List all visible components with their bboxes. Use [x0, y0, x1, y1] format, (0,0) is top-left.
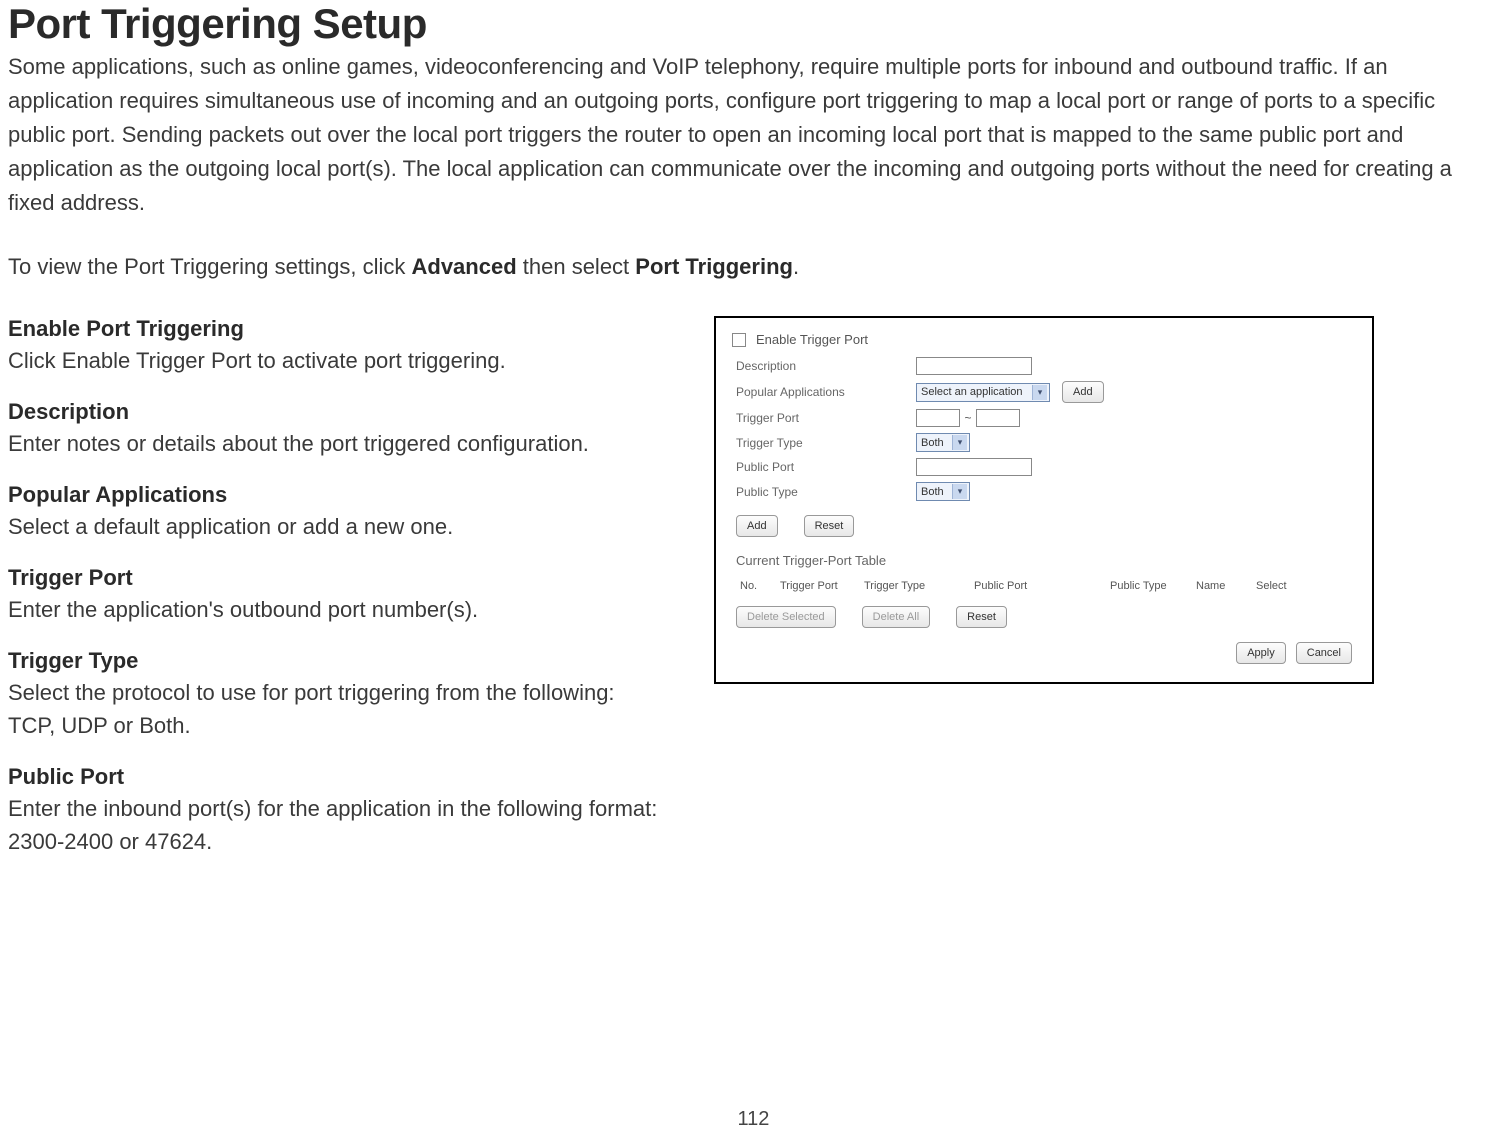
description-input[interactable]: [916, 357, 1032, 375]
delete-all-button[interactable]: Delete All: [862, 606, 930, 628]
cancel-button[interactable]: Cancel: [1296, 642, 1352, 664]
trigger-port-to-input[interactable]: [976, 409, 1020, 427]
enable-trigger-port-checkbox[interactable]: [732, 333, 746, 347]
def-title-enable: Enable Port Triggering: [8, 316, 658, 342]
trigger-type-selected-value: Both: [921, 437, 944, 449]
nav-bold-advanced: Advanced: [412, 254, 517, 279]
def-title-public-port: Public Port: [8, 764, 658, 790]
def-text-description: Enter notes or details about the port tr…: [8, 427, 658, 460]
def-title-popular-apps: Popular Applications: [8, 482, 658, 508]
table-reset-button[interactable]: Reset: [956, 606, 1007, 628]
nav-text-middle: then select: [517, 254, 636, 279]
delete-selected-button[interactable]: Delete Selected: [736, 606, 836, 628]
col-trigger-type: Trigger Type: [864, 580, 974, 592]
apply-button[interactable]: Apply: [1236, 642, 1286, 664]
popular-apps-add-button[interactable]: Add: [1062, 381, 1104, 403]
def-title-trigger-port: Trigger Port: [8, 565, 658, 591]
popular-apps-select[interactable]: Select an application ▾: [916, 383, 1050, 402]
def-title-trigger-type: Trigger Type: [8, 648, 658, 674]
public-port-input[interactable]: [916, 458, 1032, 476]
page-title: Port Triggering Setup: [8, 0, 1479, 48]
intro-paragraph: Some applications, such as online games,…: [8, 50, 1479, 220]
trigger-port-table-header: No. Trigger Port Trigger Type Public Por…: [732, 580, 1356, 602]
col-public-port: Public Port: [974, 580, 1110, 592]
add-button[interactable]: Add: [736, 515, 778, 537]
page-number: 112: [0, 1108, 1507, 1131]
chevron-down-icon: ▾: [952, 484, 967, 499]
chevron-down-icon: ▾: [1032, 385, 1047, 400]
router-config-panel: Enable Trigger Port Description Popular …: [714, 316, 1374, 684]
def-text-trigger-port: Enter the application's outbound port nu…: [8, 593, 658, 626]
reset-button[interactable]: Reset: [804, 515, 855, 537]
trigger-type-field-label: Trigger Type: [736, 436, 916, 450]
trigger-port-range-separator: ~: [960, 411, 976, 425]
description-field-label: Description: [736, 359, 916, 373]
public-type-select[interactable]: Both ▾: [916, 482, 970, 501]
definitions-column: Enable Port Triggering Click Enable Trig…: [8, 316, 658, 880]
enable-trigger-port-label: Enable Trigger Port: [756, 332, 868, 347]
col-no: No.: [740, 580, 780, 592]
trigger-port-from-input[interactable]: [916, 409, 960, 427]
col-select: Select: [1256, 580, 1304, 592]
nav-text-suffix: .: [793, 254, 799, 279]
popular-apps-selected-value: Select an application: [921, 386, 1023, 398]
public-port-field-label: Public Port: [736, 460, 916, 474]
public-type-selected-value: Both: [921, 486, 944, 498]
def-text-popular-apps: Select a default application or add a ne…: [8, 510, 658, 543]
col-trigger-port: Trigger Port: [780, 580, 864, 592]
trigger-port-field-label: Trigger Port: [736, 411, 916, 425]
def-text-enable: Click Enable Trigger Port to activate po…: [8, 344, 658, 377]
chevron-down-icon: ▾: [952, 435, 967, 450]
def-title-description: Description: [8, 399, 658, 425]
popular-apps-field-label: Popular Applications: [736, 385, 916, 399]
def-text-public-port: Enter the inbound port(s) for the applic…: [8, 792, 658, 858]
nav-text-prefix: To view the Port Triggering settings, cl…: [8, 254, 412, 279]
nav-bold-port-triggering: Port Triggering: [635, 254, 793, 279]
col-public-type: Public Type: [1110, 580, 1196, 592]
col-name: Name: [1196, 580, 1256, 592]
trigger-type-select[interactable]: Both ▾: [916, 433, 970, 452]
public-type-field-label: Public Type: [736, 485, 916, 499]
trigger-port-table-heading: Current Trigger-Port Table: [736, 553, 1356, 568]
def-text-trigger-type: Select the protocol to use for port trig…: [8, 676, 658, 742]
nav-instruction: To view the Port Triggering settings, cl…: [8, 254, 1479, 280]
